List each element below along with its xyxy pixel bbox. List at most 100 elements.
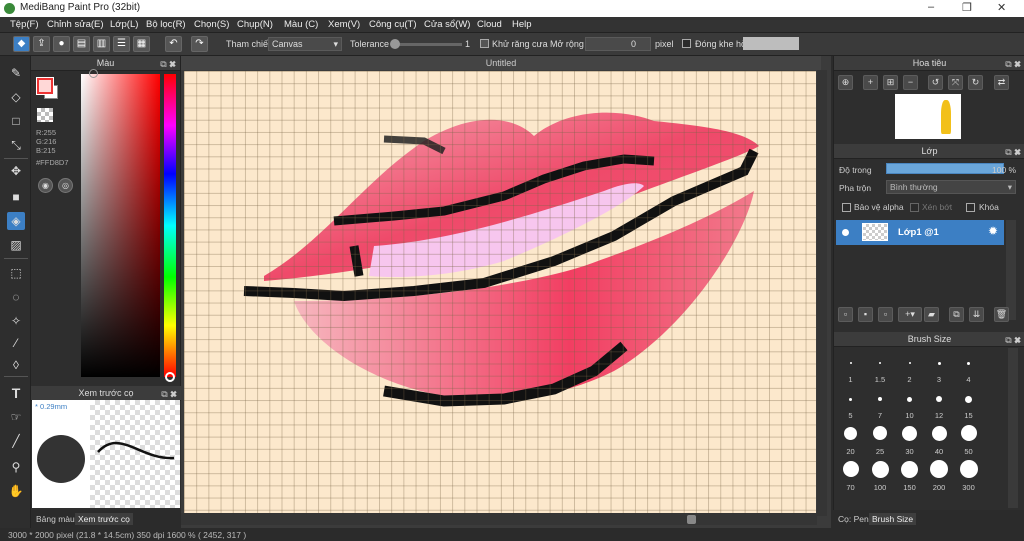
brush-size-option[interactable]: 7	[866, 385, 895, 421]
brush-size-option[interactable]: 1	[836, 349, 865, 385]
brush-size-option[interactable]: 20	[836, 421, 865, 457]
select-rect-tool-icon[interactable]: ⬚	[7, 264, 25, 282]
panel-float-close-icon[interactable]: ⧉ ✖	[1005, 145, 1021, 160]
menu-color[interactable]: Màu (C)	[284, 19, 318, 30]
zoom-fit-icon[interactable]: ⊕	[838, 75, 853, 90]
eraser-tool-icon[interactable]: ◇	[7, 88, 25, 106]
palette-add-icon[interactable]: ◎	[58, 178, 73, 193]
document-tab[interactable]: Untitled	[181, 56, 821, 70]
layer-row[interactable]: Lớp1 @1 ✹	[836, 220, 1004, 245]
rotate-left-icon[interactable]: ↺	[928, 75, 943, 90]
zoom-in-icon[interactable]: +	[863, 75, 878, 90]
tab-brush[interactable]: Cọ: Pen	[835, 513, 872, 525]
zoom-out-icon[interactable]: −	[903, 75, 918, 90]
rotate-right-icon[interactable]: ↻	[968, 75, 983, 90]
reference-select[interactable]: Canvas ▾	[268, 37, 342, 51]
visibility-eye-icon[interactable]	[842, 229, 849, 236]
redo-icon[interactable]: ↷	[191, 36, 208, 52]
menu-cloud[interactable]: Cloud	[477, 19, 502, 30]
divide-tool-icon[interactable]: ╱	[7, 432, 25, 450]
drawing-canvas[interactable]	[184, 71, 816, 515]
page-icon[interactable]: ▥	[93, 36, 110, 52]
layer-settings-gear-icon[interactable]: ✹	[988, 224, 998, 238]
transparent-color-swatch[interactable]	[37, 108, 53, 122]
dot-tool-icon[interactable]: □	[7, 112, 25, 130]
brush-size-option[interactable]: 1.5	[866, 349, 895, 385]
opacity-slider[interactable]	[886, 163, 1004, 174]
hue-slider-handle[interactable]	[165, 372, 175, 382]
brush-size-option[interactable]: 30	[895, 421, 924, 457]
bucket-tool-icon[interactable]: ◈	[7, 212, 25, 230]
close-button[interactable]: ✕	[997, 1, 1006, 14]
tolerance-slider[interactable]	[392, 43, 462, 46]
add-layer-menu-icon[interactable]: +▾	[898, 307, 922, 322]
palette-icon[interactable]: ◉	[38, 178, 53, 193]
hue-slider[interactable]	[164, 74, 176, 377]
brush-size-option[interactable]: 15	[954, 385, 983, 421]
operation-tool-icon[interactable]: ☞	[7, 408, 25, 426]
foreground-color-swatch[interactable]	[36, 77, 54, 95]
brush-size-option[interactable]: 10	[895, 385, 924, 421]
panel-icon[interactable]: ▤	[73, 36, 90, 52]
tab-brush-preview[interactable]: Xem trước cọ	[75, 513, 133, 525]
minimize-button[interactable]: –	[928, 1, 934, 13]
brush-size-option[interactable]: 40	[925, 421, 954, 457]
fill-rect-tool-icon[interactable]: ■	[7, 188, 25, 206]
protect-alpha-checkbox[interactable]	[842, 203, 851, 212]
brush-size-option[interactable]: 200	[925, 457, 954, 493]
select-pen-tool-icon[interactable]: ⁄	[7, 334, 25, 352]
sv-picker-cursor[interactable]	[89, 69, 98, 78]
move-tool-icon[interactable]: ✥	[7, 162, 25, 180]
maximize-button[interactable]: ❐	[962, 1, 972, 14]
new-halftone-layer-icon[interactable]: ▪	[858, 307, 873, 322]
brush-size-option[interactable]: 300	[954, 457, 983, 493]
gradient-tool-icon[interactable]: ▨	[7, 236, 25, 254]
menu-help[interactable]: Help	[512, 19, 532, 30]
magic-wand-tool-icon[interactable]: ✧	[7, 312, 25, 330]
brush-size-option[interactable]: 12	[925, 385, 954, 421]
panel-float-close-icon[interactable]: ⧉ ✖	[1005, 57, 1021, 72]
menu-filter[interactable]: Bộ lọc(R)	[146, 19, 186, 30]
bucket-mode-icon[interactable]: ◆	[13, 36, 30, 52]
panel-float-close-icon[interactable]: ⧉ ✖	[1005, 333, 1021, 348]
brush-tool-icon[interactable]: ✎	[7, 64, 25, 82]
list-icon[interactable]: ☰	[113, 36, 130, 52]
menu-snapshot[interactable]: Chụp(N)	[237, 19, 273, 30]
horizontal-scroll-thumb[interactable]	[687, 515, 696, 524]
brush-size-option[interactable]: 3	[925, 349, 954, 385]
hand-tool-icon[interactable]: ✋	[7, 482, 25, 500]
menu-window[interactable]: Cửa sổ(W)	[424, 19, 470, 30]
flip-icon[interactable]: ⇄	[994, 75, 1009, 90]
brush-size-option[interactable]: 150	[895, 457, 924, 493]
menu-edit[interactable]: Chỉnh sửa(E)	[47, 19, 104, 30]
fit-window-icon[interactable]: ⤧	[948, 75, 963, 90]
grid-icon[interactable]: ▦	[133, 36, 150, 52]
eyedropper-tool-icon[interactable]: ⚲	[7, 458, 25, 476]
new-folder-icon[interactable]: ▰	[924, 307, 939, 322]
saturation-value-picker[interactable]	[81, 74, 160, 377]
select-eraser-tool-icon[interactable]: ◊	[7, 356, 25, 374]
tab-palette[interactable]: Bảng màu	[33, 513, 78, 525]
speech-bubble-icon[interactable]: ●	[53, 36, 70, 52]
closegap-slider[interactable]	[743, 37, 799, 50]
antialias-checkbox[interactable]	[480, 39, 489, 48]
tab-brush-size[interactable]: Brush Size	[869, 513, 917, 525]
lasso-tool-icon[interactable]: ◌	[7, 288, 25, 306]
expand-input[interactable]: 0	[585, 37, 651, 51]
export-icon[interactable]: ⇪	[33, 36, 50, 52]
text-tool-icon[interactable]: T	[7, 384, 25, 402]
navigator-thumbnail[interactable]	[895, 94, 961, 139]
horizontal-scrollbar[interactable]	[181, 513, 817, 525]
blur-tool-icon[interactable]: ⤡	[7, 136, 25, 154]
delete-layer-icon[interactable]: 🗑	[994, 307, 1009, 322]
brush-size-scrollbar[interactable]	[1008, 348, 1018, 508]
undo-icon[interactable]: ↶	[165, 36, 182, 52]
menu-view[interactable]: Xem(V)	[328, 19, 360, 30]
actual-size-icon[interactable]: ⊞	[883, 75, 898, 90]
lock-checkbox[interactable]	[966, 203, 975, 212]
new-8bit-layer-icon[interactable]: ▫	[878, 307, 893, 322]
duplicate-layer-icon[interactable]: ⧉	[949, 307, 964, 322]
brush-size-option[interactable]: 25	[866, 421, 895, 457]
brush-size-option[interactable]: 50	[954, 421, 983, 457]
brush-size-option[interactable]: 2	[895, 349, 924, 385]
